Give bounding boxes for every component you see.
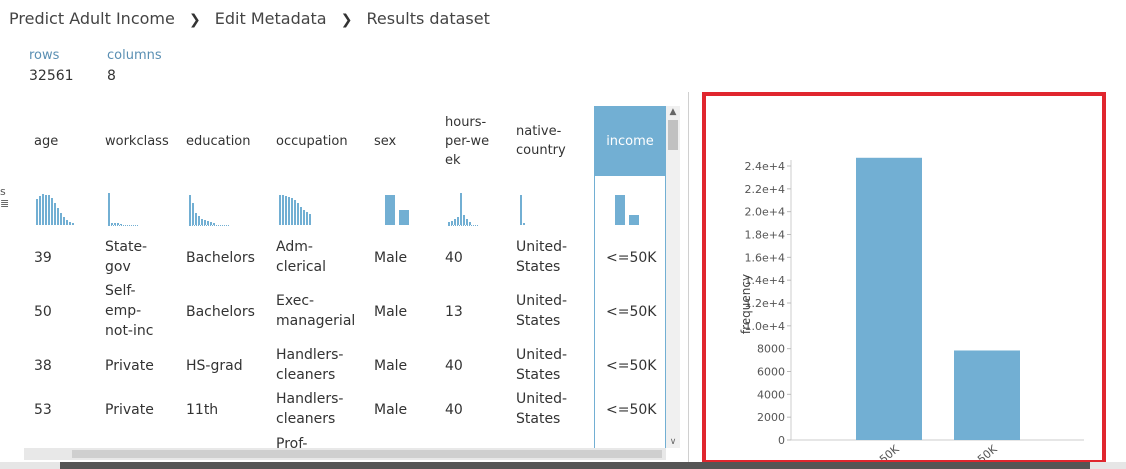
table-cell[interactable]: 40 [445,356,463,376]
bar-gt-50k [954,350,1020,440]
panel-divider[interactable] [688,92,689,462]
table-cell[interactable]: 38 [34,356,52,376]
table-cell[interactable]: 50 [34,302,52,322]
table-cell[interactable]: 13 [445,302,463,322]
columns-stat: columns 8 [107,48,162,84]
rows-stat: rows 32561 [29,48,74,84]
table-cell[interactable]: United-States [516,389,588,429]
y-tick-label: 2.0e+4 [745,206,785,219]
table-cell[interactable]: Bachelors [186,302,255,322]
table-cell[interactable]: <=50K [606,400,656,420]
table-cell[interactable]: Adm-clerical [276,237,356,277]
table-cell[interactable]: Male [374,248,407,268]
histogram-income[interactable] [615,191,639,225]
table-cell[interactable]: <=50K [606,356,656,376]
y-tick-label: 0 [778,434,785,447]
table-cell[interactable]: Handlers-cleaners [276,389,356,429]
table-cell[interactable]: United-States [516,345,588,385]
y-tick-label: 1.6e+4 [745,251,785,264]
histogram-sex[interactable] [385,191,409,225]
table-cell[interactable]: Exec-managerial [276,291,356,331]
table-cell[interactable]: Bachelors [186,248,255,268]
histogram-age[interactable] [36,191,74,225]
y-tick-label: 1.8e+4 [745,229,785,242]
table-cell[interactable]: <=50K [606,302,656,322]
table-cell[interactable]: 39 [34,248,52,268]
y-tick-label: 2.2e+4 [745,183,785,196]
results-table: age workclass education occupation sex h… [24,106,666,448]
y-tick-label: 2000 [757,411,785,424]
x-tick-label: 50K [877,442,902,460]
table-cell[interactable]: 53 [34,400,52,420]
table-cell[interactable]: Male [374,400,407,420]
table-cell[interactable]: Male [374,356,407,376]
table-cell[interactable]: HS-grad [186,356,243,376]
table-cell[interactable]: <=50K [606,248,656,268]
y-tick-label: 8000 [757,343,785,356]
column-header-occupation[interactable]: occupation [276,106,366,176]
histogram-native-country[interactable] [520,191,525,225]
table-horizontal-scrollbar[interactable] [24,448,666,460]
table-cell[interactable]: Prof- [276,434,307,448]
table-cell[interactable]: Private [105,356,154,376]
y-tick-label: 2.4e+4 [745,160,785,173]
histogram-workclass[interactable] [108,191,138,226]
table-cell[interactable]: Male [374,302,407,322]
column-header-native-country[interactable]: native-country [516,106,588,176]
breadcrumb: Predict Adult Income ❯ Edit Metadata ❯ R… [9,9,490,28]
breadcrumb-item-module[interactable]: Edit Metadata [215,9,327,28]
table-vertical-scrollbar[interactable]: ▲ ∨ [666,106,680,448]
table-cell[interactable]: United-States [516,237,588,277]
histogram-hours-per-week[interactable] [448,191,478,226]
breadcrumb-item-current: Results dataset [366,9,490,28]
table-cell[interactable]: Private [105,400,154,420]
column-header-age[interactable]: age [34,106,94,176]
column-header-hours-per-week[interactable]: hours-per-week [445,106,497,176]
y-tick-label: 4000 [757,388,785,401]
y-tick-label: 6000 [757,366,785,379]
histogram-education[interactable] [189,191,229,226]
histogram-occupation[interactable] [279,191,311,225]
table-cell[interactable]: 40 [445,400,463,420]
scrollbar-thumb[interactable] [668,120,678,150]
scroll-down-icon[interactable]: ∨ [666,436,680,448]
table-cell[interactable]: United-States [516,291,588,331]
chevron-right-icon: ❯ [188,12,201,28]
breadcrumb-item-experiment[interactable]: Predict Adult Income [9,9,175,28]
scrollbar-thumb[interactable] [72,450,662,458]
table-cell[interactable]: Handlers-cleaners [276,345,356,385]
table-cell[interactable]: 40 [445,248,463,268]
rows-label: rows [29,48,60,63]
column-header-education[interactable]: education [186,106,266,176]
scroll-up-icon[interactable]: ▲ [666,106,680,118]
column-header-income[interactable]: income [594,106,666,176]
table-cell[interactable]: 11th [186,400,218,420]
x-tick-label: 50K [975,442,1000,460]
rows-value: 32561 [29,68,74,84]
truncated-side-label: s ≣ [0,185,10,210]
frequency-bar-chart: 020004000600080001.0e+41.2e+41.4e+41.6e+… [739,157,1084,460]
columns-label: columns [107,48,162,63]
chevron-right-icon: ❯ [340,12,353,28]
columns-value: 8 [107,68,116,84]
bottom-status-bar [0,462,1126,469]
column-header-workclass[interactable]: workclass [105,106,180,176]
bar-le-50k [856,157,922,440]
table-cell[interactable]: State-gov [105,237,165,277]
y-axis-label: frequency [739,274,753,334]
table-cell[interactable]: Self-emp-not-inc [105,281,157,341]
column-header-sex[interactable]: sex [374,106,429,176]
income-histogram-panel: 0 2000 4000 6000 8000 1.0e+4 1.2e+4 1.4e+4 1.6e+… [702,92,1106,464]
